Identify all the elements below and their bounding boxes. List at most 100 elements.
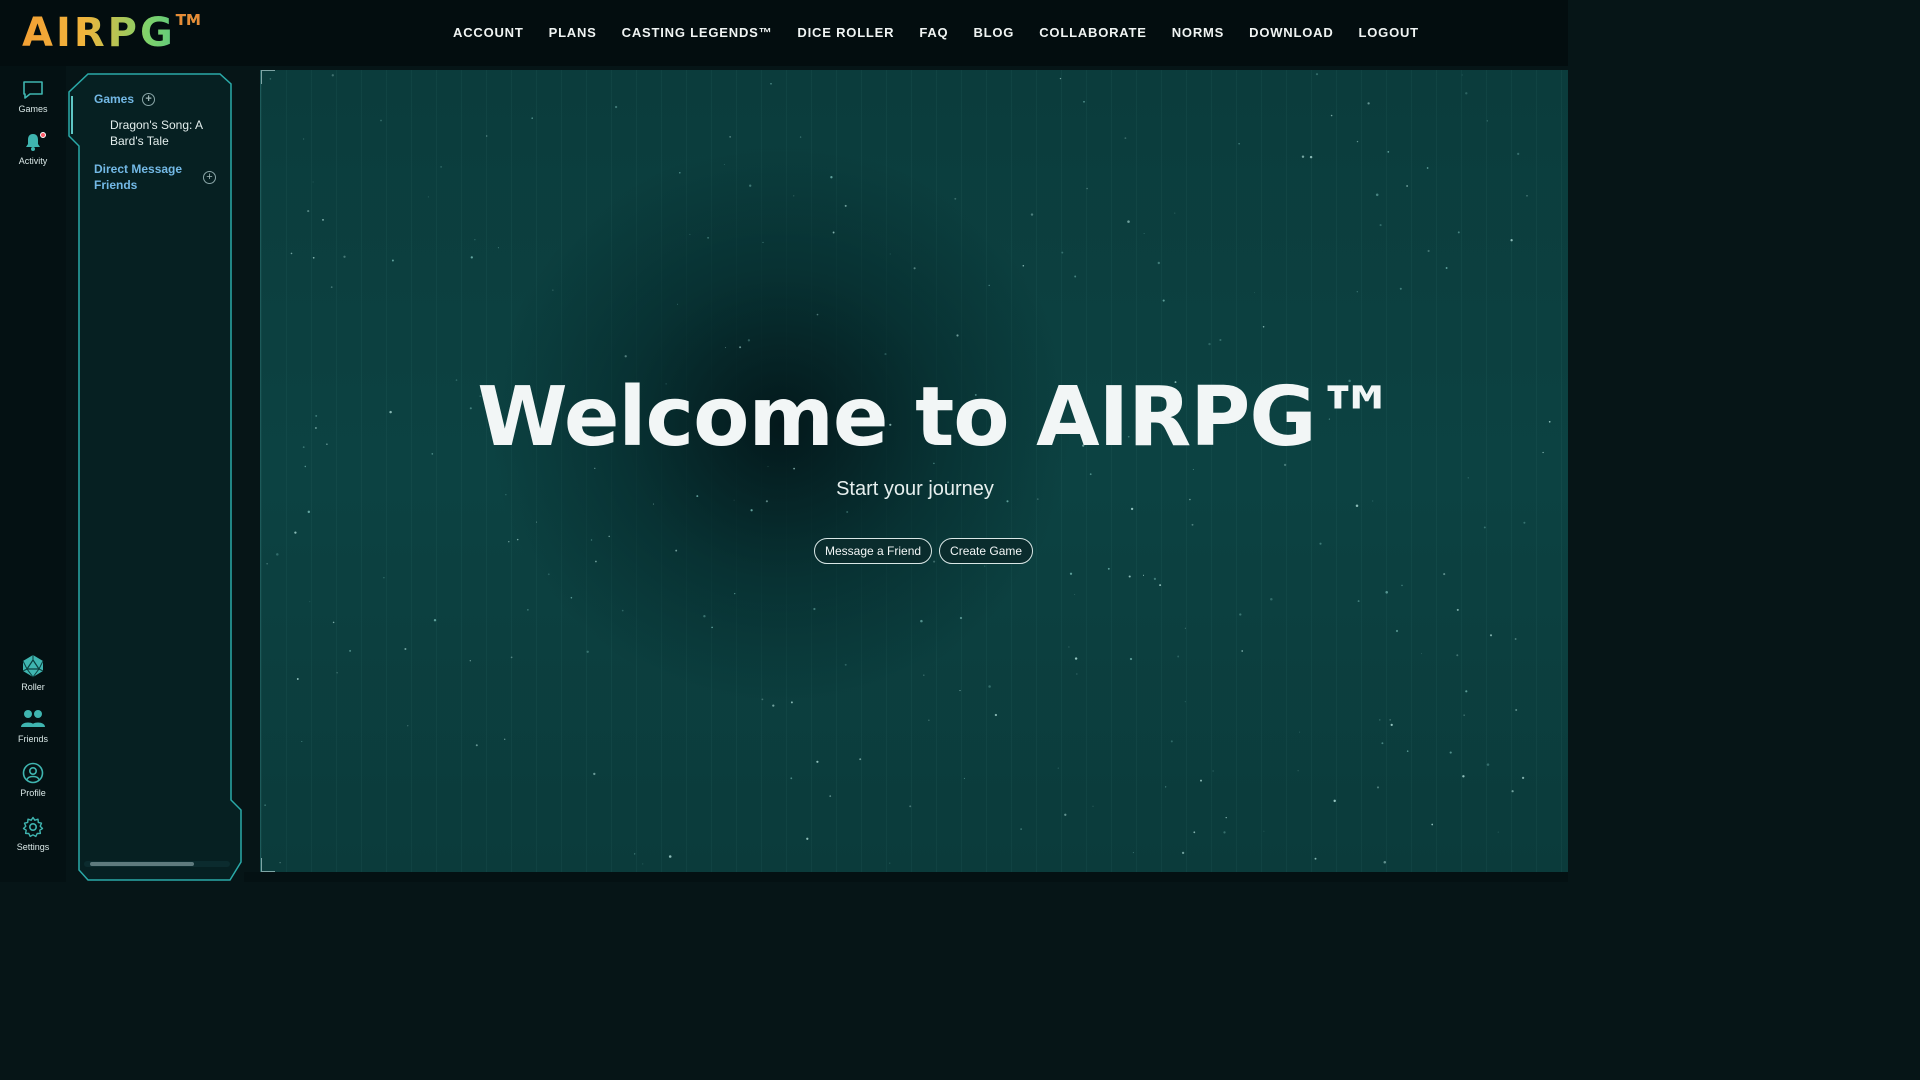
star bbox=[762, 241, 764, 243]
star bbox=[994, 713, 998, 717]
star bbox=[790, 701, 793, 704]
star bbox=[1381, 742, 1384, 745]
star bbox=[624, 355, 627, 358]
star bbox=[1069, 572, 1073, 575]
star bbox=[1356, 140, 1359, 143]
star bbox=[1170, 740, 1173, 743]
star bbox=[497, 247, 499, 249]
star bbox=[1184, 627, 1186, 629]
star bbox=[923, 674, 925, 676]
star bbox=[859, 758, 862, 761]
nav-account[interactable]: ACCOUNT bbox=[453, 22, 524, 44]
star bbox=[1057, 767, 1059, 769]
games-sidebar: Games + Dragon's Song: A Bard's Tale Dir… bbox=[68, 72, 244, 882]
star bbox=[1086, 187, 1088, 190]
star bbox=[1521, 776, 1525, 780]
airpg-logo[interactable]: AIRPG TM bbox=[22, 11, 201, 55]
star bbox=[739, 346, 742, 349]
add-game-icon[interactable]: + bbox=[142, 92, 156, 106]
game-list-item[interactable]: Dragon's Song: A Bard's Tale bbox=[110, 117, 210, 149]
nav-logout[interactable]: LOGOUT bbox=[1359, 22, 1419, 44]
star bbox=[707, 236, 710, 239]
star bbox=[266, 563, 268, 565]
star bbox=[586, 650, 589, 653]
star bbox=[1486, 120, 1488, 122]
star bbox=[1379, 719, 1381, 721]
create-game-button[interactable]: Create Game bbox=[939, 538, 1034, 564]
star bbox=[984, 565, 986, 567]
nav-blog[interactable]: BLOG bbox=[973, 22, 1014, 44]
nav-faq[interactable]: FAQ bbox=[919, 22, 948, 44]
star bbox=[928, 719, 930, 721]
star bbox=[1174, 212, 1176, 214]
rail-games[interactable]: Games bbox=[0, 80, 66, 114]
star bbox=[1314, 857, 1317, 860]
rail-friends[interactable]: Friends bbox=[0, 708, 66, 744]
star bbox=[470, 256, 473, 259]
nav-plans[interactable]: PLANS bbox=[549, 22, 597, 44]
star bbox=[469, 660, 471, 662]
star bbox=[309, 601, 311, 603]
nav-casting-legends[interactable]: CASTING LEGENDS™ bbox=[622, 22, 773, 44]
star bbox=[1225, 816, 1227, 819]
star bbox=[724, 347, 727, 349]
star bbox=[1083, 101, 1085, 103]
star bbox=[322, 218, 324, 221]
frame-corner-bottom-left bbox=[261, 858, 275, 872]
star bbox=[331, 74, 334, 77]
star bbox=[1270, 597, 1273, 601]
star bbox=[816, 313, 819, 316]
star bbox=[988, 685, 991, 688]
star bbox=[1142, 574, 1145, 576]
nav-norms[interactable]: NORMS bbox=[1172, 22, 1224, 44]
star bbox=[1061, 251, 1064, 254]
message-friend-button[interactable]: Message a Friend bbox=[814, 538, 933, 564]
star bbox=[1074, 275, 1077, 278]
sidebar-horizontal-scrollbar[interactable] bbox=[84, 861, 230, 867]
star bbox=[1483, 526, 1486, 529]
star bbox=[1153, 577, 1157, 581]
star bbox=[1263, 830, 1265, 832]
friends-icon bbox=[21, 710, 45, 727]
star bbox=[1356, 291, 1358, 293]
star bbox=[593, 772, 596, 776]
rail-roller[interactable]: Roller bbox=[0, 654, 66, 692]
star bbox=[552, 289, 554, 291]
star bbox=[1514, 638, 1517, 640]
star bbox=[889, 862, 891, 864]
frame-corner-top-left bbox=[261, 70, 275, 84]
nav-dice-roller[interactable]: DICE ROLLER bbox=[797, 22, 894, 44]
bottom-strip bbox=[244, 872, 1568, 882]
nav-collaborate[interactable]: COLLABORATE bbox=[1039, 22, 1147, 44]
star bbox=[531, 117, 533, 119]
star bbox=[1456, 608, 1459, 611]
star bbox=[486, 135, 488, 137]
star bbox=[1064, 813, 1067, 816]
star bbox=[1375, 193, 1379, 197]
star bbox=[276, 553, 279, 556]
star bbox=[303, 138, 305, 140]
star bbox=[790, 777, 793, 780]
star bbox=[380, 119, 382, 122]
rail-settings[interactable]: Settings bbox=[0, 816, 66, 852]
star bbox=[290, 252, 293, 255]
star bbox=[590, 539, 593, 541]
dm-section-header: Direct Message Friends + bbox=[94, 161, 216, 193]
profile-icon bbox=[22, 762, 44, 784]
star bbox=[1128, 575, 1131, 578]
star bbox=[1406, 185, 1408, 187]
star bbox=[846, 511, 849, 513]
rail-activity[interactable]: Activity bbox=[0, 132, 66, 166]
star bbox=[889, 253, 891, 255]
star bbox=[1239, 613, 1242, 616]
nav-download[interactable]: DOWNLOAD bbox=[1249, 22, 1333, 44]
add-dm-icon[interactable]: + bbox=[203, 170, 216, 184]
star bbox=[1330, 114, 1333, 117]
star bbox=[1089, 473, 1092, 476]
star bbox=[959, 690, 961, 692]
rail-profile[interactable]: Profile bbox=[0, 762, 66, 798]
star bbox=[1427, 249, 1430, 253]
star bbox=[349, 649, 352, 652]
star bbox=[307, 510, 311, 514]
scrollbar-thumb[interactable] bbox=[90, 862, 194, 866]
